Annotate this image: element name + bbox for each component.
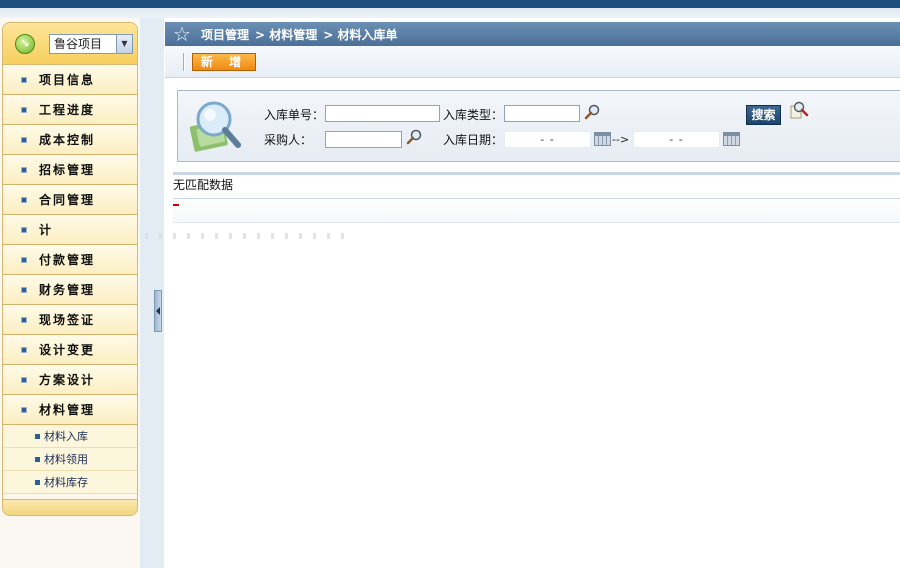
top-strip <box>0 8 900 18</box>
bullet-icon <box>35 479 40 485</box>
sidebar-item-material[interactable]: 材料管理 <box>3 395 137 425</box>
buyer-label: 采购人： <box>264 133 313 147</box>
sidebar-item-label: 现场签证 <box>39 313 96 327</box>
submenu-item-label: 材料库存 <box>44 476 88 489</box>
submenu-item-material-use[interactable]: 材料领用 <box>3 448 137 471</box>
sidebar-item-project-info[interactable]: 项目信息 <box>3 65 137 95</box>
material-submenu: 材料入库 材料领用 材料库存 <box>3 425 137 494</box>
sidebar-item-payment[interactable]: 付款管理 <box>3 245 137 275</box>
result-table: 无匹配数据 <box>173 172 900 223</box>
advanced-search-icon[interactable] <box>789 100 809 120</box>
bullet-icon <box>21 286 27 293</box>
sidebar-item-label: 成本控制 <box>39 133 96 147</box>
search-button[interactable]: 搜索 <box>746 105 781 125</box>
search-icon[interactable] <box>406 129 422 145</box>
date-range-separator: --> <box>612 133 630 146</box>
divider-dots <box>145 233 345 239</box>
type-label: 入库类型： <box>443 108 504 122</box>
submenu-item-material-stock[interactable]: 材料库存 <box>3 471 137 494</box>
bullet-icon <box>35 456 40 462</box>
top-bar <box>0 0 900 8</box>
sidebar-item-finance[interactable]: 财务管理 <box>3 275 137 305</box>
red-marker <box>173 204 179 206</box>
search-icon[interactable] <box>584 104 600 120</box>
empty-message: 无匹配数据 <box>173 175 900 199</box>
bullet-icon <box>21 316 27 323</box>
buyer-input[interactable] <box>325 131 402 148</box>
add-new-button[interactable]: 新 增 <box>192 53 256 71</box>
submenu-item-label: 材料领用 <box>44 453 88 466</box>
bullet-icon <box>21 346 27 353</box>
sidebar-item-label: 合同管理 <box>39 193 96 207</box>
star-icon: ☆ <box>173 22 191 46</box>
bullet-icon <box>21 106 27 113</box>
project-logo-icon: ↘ <box>15 33 35 54</box>
result-footer <box>173 199 900 223</box>
toolbar: 新 增 <box>165 46 900 78</box>
type-input[interactable] <box>504 105 580 122</box>
sidebar-footer <box>3 499 137 515</box>
project-select-value: 鲁谷项目 <box>54 37 103 51</box>
sidebar-item-label: 付款管理 <box>39 253 96 267</box>
bullet-icon <box>21 406 27 413</box>
collapse-sidebar-handle[interactable] <box>154 290 162 332</box>
bullet-icon <box>21 76 27 83</box>
breadcrumb-item-current: > 材料入库单 <box>323 27 398 42</box>
sidebar: ↘ 鲁谷项目 ▼ 项目信息 工程进度 成本控制 招标管理 合同管理 计 付款管理… <box>2 22 138 516</box>
order-no-label: 入库单号： <box>264 108 325 122</box>
sidebar-item-label: 计 <box>39 223 54 237</box>
sidebar-item-label: 方案设计 <box>39 373 96 387</box>
sidebar-item-label: 材料管理 <box>39 403 96 417</box>
calendar-icon[interactable] <box>594 132 611 146</box>
sidebar-item-contract[interactable]: 合同管理 <box>3 185 137 215</box>
sidebar-item-bidding[interactable]: 招标管理 <box>3 155 137 185</box>
sidebar-item-design-change[interactable]: 设计变更 <box>3 335 137 365</box>
sidebar-item-label: 招标管理 <box>39 163 96 177</box>
calendar-icon[interactable] <box>723 132 740 146</box>
breadcrumb-item-material[interactable]: > 材料管理 <box>255 26 317 43</box>
sidebar-item-label: 工程进度 <box>39 103 96 117</box>
bullet-icon <box>21 196 27 203</box>
sidebar-item-scheme-design[interactable]: 方案设计 <box>3 365 137 395</box>
sidebar-header: ↘ 鲁谷项目 ▼ <box>3 23 137 65</box>
bullet-icon <box>35 433 40 439</box>
sidebar-item-label: 财务管理 <box>39 283 96 297</box>
sidebar-item-label: 设计变更 <box>39 343 96 357</box>
main-content: ☆ 项目管理 > 材料管理 > 材料入库单 新 增 入库单号： 入库类型： 采购… <box>165 18 900 568</box>
bullet-icon <box>21 376 27 383</box>
project-select[interactable]: 鲁谷项目 ▼ <box>49 33 133 54</box>
order-no-input[interactable] <box>325 105 440 122</box>
bullet-icon <box>21 226 27 233</box>
submenu-item-label: 材料入库 <box>44 430 88 443</box>
date-to-input[interactable]: - - <box>633 131 720 148</box>
breadcrumb-item-project[interactable]: 项目管理 <box>201 26 249 43</box>
toolbar-separator <box>183 53 185 71</box>
breadcrumb: ☆ 项目管理 > 材料管理 > 材料入库单 <box>165 22 900 46</box>
bullet-icon <box>21 166 27 173</box>
sidebar-item-plan[interactable]: 计 <box>3 215 137 245</box>
submenu-item-material-in[interactable]: 材料入库 <box>3 425 137 448</box>
sidebar-item-site-visa[interactable]: 现场签证 <box>3 305 137 335</box>
sidebar-item-cost[interactable]: 成本控制 <box>3 125 137 155</box>
bullet-icon <box>21 136 27 143</box>
search-panel: 入库单号： 入库类型： 采购人： 入库日期： - - --> - - 搜索 <box>177 90 900 162</box>
bullet-icon <box>21 256 27 263</box>
sidebar-item-label: 项目信息 <box>39 73 96 87</box>
magnifier-illustration-icon <box>189 101 241 152</box>
date-label: 入库日期： <box>443 133 504 147</box>
chevron-down-icon[interactable]: ▼ <box>116 34 132 53</box>
date-from-input[interactable]: - - <box>504 131 591 148</box>
sidebar-item-progress[interactable]: 工程进度 <box>3 95 137 125</box>
